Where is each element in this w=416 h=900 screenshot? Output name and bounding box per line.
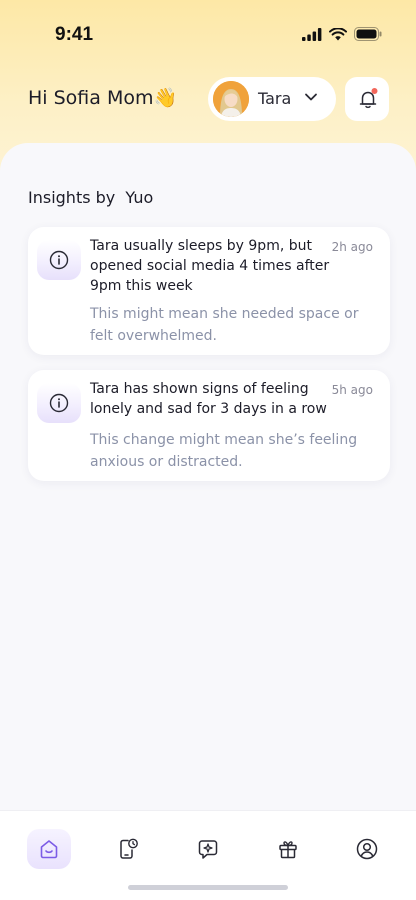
- child-selector[interactable]: Tara: [208, 77, 336, 121]
- insight-card[interactable]: Tara usually sleeps by 9pm, but opened s…: [28, 227, 390, 355]
- insights-section-title: Insights by Yuo: [28, 188, 154, 207]
- battery-icon: [354, 27, 382, 41]
- child-avatar: [213, 81, 249, 117]
- child-name: Tara: [258, 89, 292, 108]
- insight-title: Tara usually sleeps by 9pm, but opened s…: [90, 238, 330, 294]
- insight-title: Tara has shown signs of feeling lonely a…: [90, 381, 327, 417]
- nav-screen-time[interactable]: [105, 829, 149, 869]
- insight-description: This change might mean she’s feeling anx…: [90, 432, 358, 470]
- phone-clock-icon: [120, 838, 138, 859]
- greeting-title: Hi Sofia Mom👋: [28, 86, 177, 109]
- info-icon-badge: [37, 383, 81, 423]
- info-icon: [49, 250, 69, 270]
- status-icons: [302, 27, 382, 41]
- insight-time: 5h ago: [331, 383, 373, 397]
- home-indicator: [128, 885, 288, 890]
- nav-chat[interactable]: [186, 829, 230, 869]
- nav-home[interactable]: [27, 829, 71, 869]
- bell-icon: [359, 88, 378, 109]
- insight-description: This might mean she needed space or felt…: [90, 306, 359, 344]
- notification-dot: [371, 88, 378, 94]
- info-icon: [49, 393, 69, 413]
- insight-time: 2h ago: [331, 240, 373, 254]
- chat-sparkle-icon: [198, 840, 218, 859]
- nav-rewards[interactable]: [266, 829, 310, 869]
- notifications-button[interactable]: [345, 77, 389, 121]
- wifi-icon: [329, 27, 347, 40]
- nav-profile[interactable]: [345, 829, 389, 869]
- wave-emoji-icon: 👋: [153, 87, 178, 109]
- chevron-down-icon: [305, 93, 317, 101]
- gift-icon: [279, 841, 297, 859]
- status-bar: 9:41: [0, 0, 416, 70]
- cellular-signal-icon: [302, 27, 322, 41]
- greeting-text: Hi Sofia Mom: [28, 87, 154, 109]
- insight-card[interactable]: Tara has shown signs of feeling lonely a…: [28, 370, 390, 481]
- profile-icon: [356, 838, 378, 860]
- home-icon: [40, 840, 58, 859]
- app-screen: 9:41 Hi Sofia Mom👋 Tara Insights by Yuo …: [0, 0, 416, 900]
- info-icon-badge: [37, 240, 81, 280]
- status-time: 9:41: [55, 24, 94, 45]
